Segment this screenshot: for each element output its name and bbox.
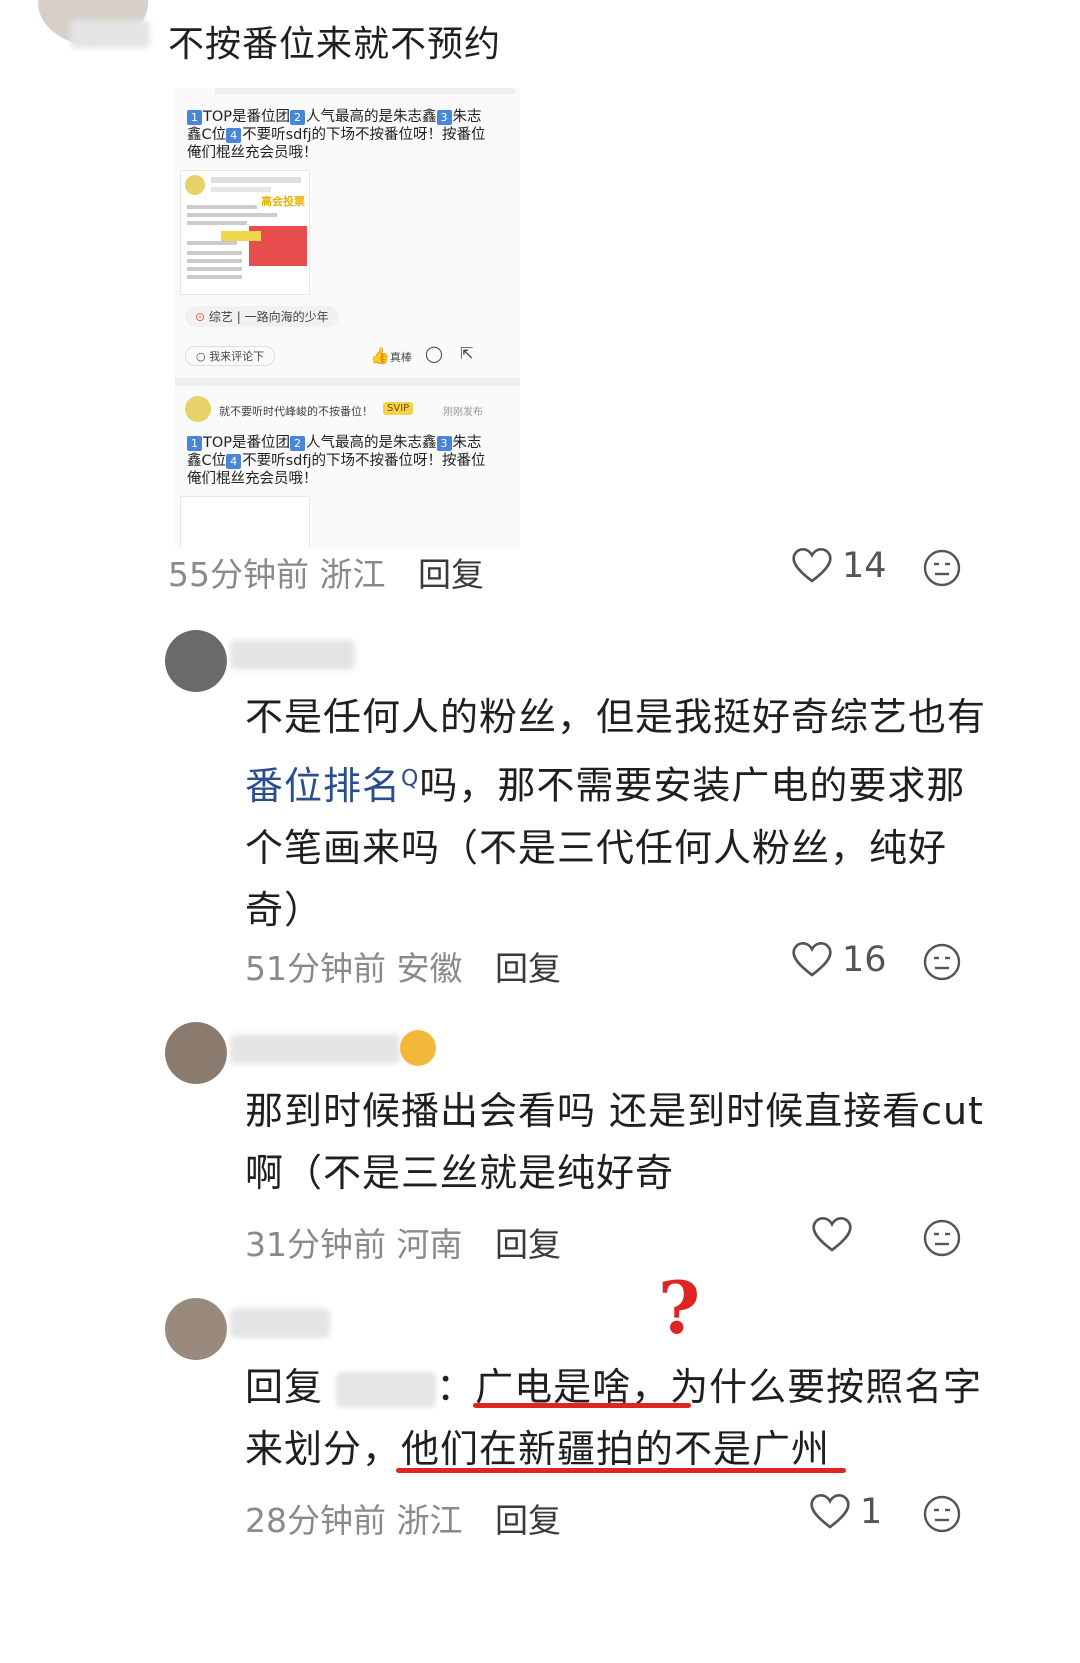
comment-text: 那到时候播出会看吗 还是到时候直接看cut啊（不是三丝就是纯好奇 (245, 1089, 984, 1195)
reply-button[interactable]: 回复 (495, 1225, 561, 1264)
embed-like[interactable]: 👍真棒 (370, 346, 412, 365)
comment-meta: 31分钟前 河南 回复 (245, 1218, 561, 1266)
avatar-blur (70, 20, 150, 48)
comment-location: 浙江 (319, 555, 386, 594)
reply-button[interactable]: 回复 (495, 1501, 561, 1540)
comment-time: 28分钟前 (245, 1501, 386, 1540)
username-blur (230, 1034, 400, 1064)
like-button[interactable] (812, 1216, 862, 1254)
comment-location: 安徽 (396, 949, 463, 988)
username-emoji (400, 1030, 436, 1066)
embedded-screenshot[interactable]: 1 TOP是番位团 2 人气最高的是朱志鑫 3 朱志 鑫C位 4 不要听sdfj的下场不按番位… (175, 88, 520, 548)
comment-time: 55分钟前 (168, 555, 309, 594)
embed-time-label: 刚刚发布 (443, 407, 483, 418)
username-blur (230, 1308, 330, 1338)
embed-post-text-repeat: 1 TOP是番位团 2 人气最高的是朱志鑫 3 朱志 鑫C位 4 不要听sdfj的下场不按番位… (187, 435, 486, 487)
embed-tag[interactable]: ⊙ 综艺 | 一路向海的少年 (185, 306, 339, 327)
avatar[interactable] (165, 1022, 227, 1084)
like-button[interactable]: 16 (792, 940, 887, 980)
comment-time: 51分钟前 (245, 949, 386, 988)
comment-location: 河南 (396, 1225, 463, 1264)
reply-button[interactable]: 回复 (418, 555, 484, 594)
embed-svip-badge: SVIP (383, 402, 414, 415)
question-mark-annotation: ? (658, 1265, 701, 1350)
embed-header-text (215, 88, 515, 94)
avatar[interactable] (165, 630, 227, 692)
embed-second-header: 就不要听时代峰峻的不按番位！ (219, 405, 373, 418)
underline-annotation (473, 1403, 691, 1408)
embed-comment-prompt[interactable]: ○ 我来评论下 (185, 346, 276, 366)
embed-share-icon[interactable]: ⇱ (460, 344, 473, 363)
embed-thumbnail-partial (180, 496, 310, 548)
embed-divider (175, 378, 520, 386)
like-button[interactable]: 1 (810, 1492, 882, 1532)
heart-icon (812, 1216, 852, 1252)
heart-icon (792, 941, 832, 977)
neutral-face-icon[interactable] (922, 1494, 962, 1534)
mention-blur[interactable] (336, 1371, 437, 1408)
neutral-face-icon[interactable] (922, 548, 962, 588)
topic-link[interactable]: 番位排名Q (245, 764, 419, 808)
like-count: 1 (860, 1492, 883, 1532)
embed-thumbnail: 高会投票 (180, 170, 310, 295)
heart-icon (792, 547, 832, 583)
like-count: 16 (842, 940, 887, 980)
embed-comment-icon[interactable]: ◯ (425, 344, 443, 363)
username-blur (230, 640, 355, 670)
comment-meta: 28分钟前 浙江 回复 (245, 1494, 561, 1542)
neutral-face-icon[interactable] (922, 1218, 962, 1258)
comment-time: 31分钟前 (245, 1225, 386, 1264)
comment-location: 浙江 (396, 1501, 463, 1540)
embed-badge: 高会投票 (261, 195, 305, 208)
avatar[interactable] (165, 1298, 227, 1360)
neutral-face-icon[interactable] (922, 942, 962, 982)
embed-second-avatar (185, 396, 211, 422)
comment-text: 不按番位来就不预约 (168, 24, 502, 65)
like-button[interactable]: 14 (792, 546, 887, 586)
reply-prefix: 回复 (245, 1365, 324, 1409)
comment-meta: 55分钟前 浙江 回复 (168, 548, 484, 596)
reply-button[interactable]: 回复 (495, 949, 561, 988)
comment-text: 回复 ：广电是啥，为什么要按照名字来划分，他们在新疆拍的不是广州 (245, 1365, 983, 1471)
comment-text: 不是任何人的粉丝，但是我挺好奇综艺也有番位排名Q吗，那不需要安装广电的要求那个笔… (245, 695, 987, 932)
underline-annotation (396, 1468, 846, 1473)
like-count: 14 (842, 546, 887, 586)
heart-icon (810, 1493, 850, 1529)
embed-post-text: 1 TOP是番位团 2 人气最高的是朱志鑫 3 朱志 鑫C位 4 不要听sdfj的下场不按番位… (187, 109, 486, 161)
comment-meta: 51分钟前 安徽 回复 (245, 942, 561, 990)
